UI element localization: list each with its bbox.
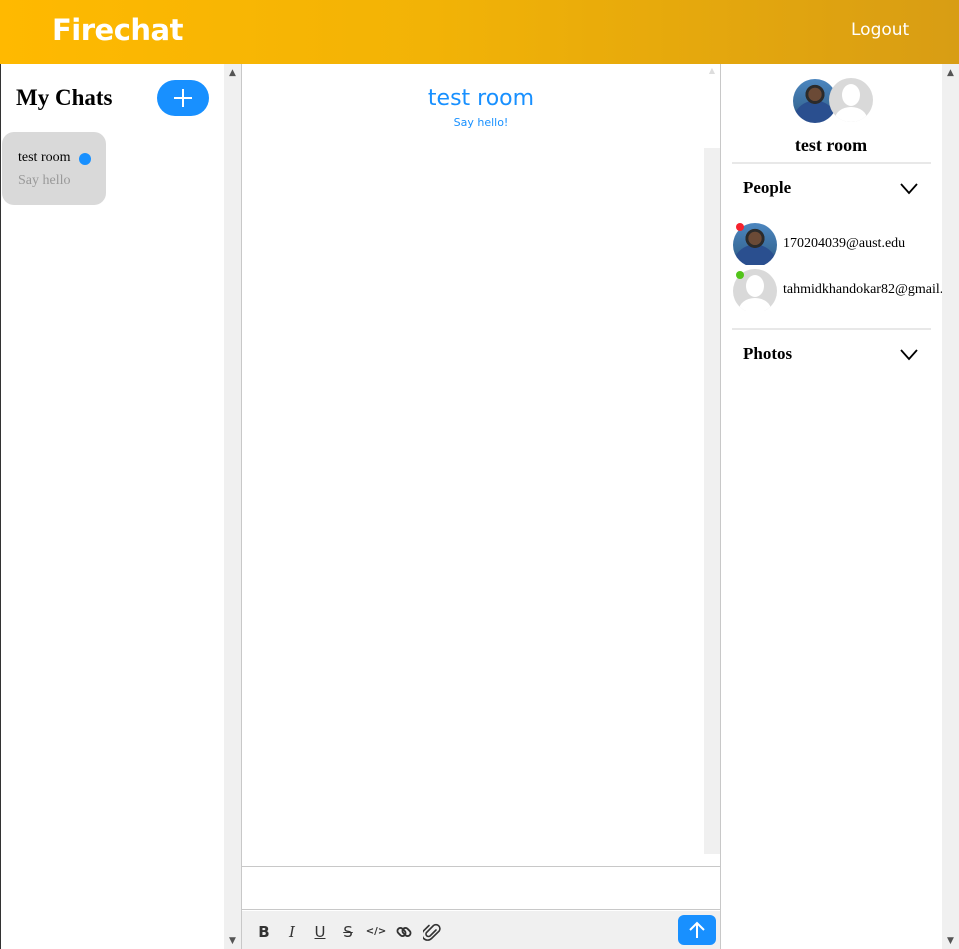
scroll-down-arrow-icon[interactable]: ▼: [942, 934, 959, 948]
feed-scrollbar[interactable]: [704, 148, 720, 854]
scroll-up-arrow-icon[interactable]: ▲: [224, 66, 241, 80]
member-email: tahmidkhandokar82@gmail.com: [783, 282, 959, 297]
room-avatar-stack: [793, 78, 873, 123]
send-button[interactable]: [678, 915, 716, 945]
new-chat-button[interactable]: [157, 80, 209, 116]
plus-icon-stroke: [182, 89, 184, 107]
italic-icon[interactable]: I: [281, 921, 303, 943]
message-input[interactable]: [242, 866, 720, 910]
room-subtitle: Say hello!: [453, 116, 509, 129]
section-divider: [732, 328, 931, 330]
app-brand[interactable]: Firechat: [52, 13, 184, 47]
scroll-down-arrow-icon[interactable]: ▼: [224, 934, 241, 948]
chat-list-scrollbar[interactable]: ▲ ▼: [224, 64, 241, 949]
chat-card-last-message: Say hello: [18, 173, 71, 188]
chat-list-panel: My Chats test room Say hello ▲ ▼: [0, 64, 241, 949]
photos-section-header[interactable]: Photos: [743, 344, 792, 364]
people-section-header[interactable]: People: [743, 178, 791, 198]
underline-icon[interactable]: U: [309, 921, 331, 943]
member-row[interactable]: 170204039@aust.edu: [733, 223, 959, 265]
feed-scroll-up-icon[interactable]: ▲: [704, 66, 720, 75]
section-divider: [732, 162, 931, 164]
logout-button[interactable]: Logout: [851, 20, 909, 40]
link-icon[interactable]: [393, 921, 415, 943]
chevron-down-icon[interactable]: [900, 349, 918, 361]
code-icon[interactable]: </>: [365, 921, 387, 943]
strikethrough-icon[interactable]: S: [337, 921, 359, 943]
top-navbar: Firechat Logout: [0, 0, 959, 64]
chevron-down-icon[interactable]: [900, 183, 918, 195]
member-row[interactable]: tahmidkhandokar82@gmail.com: [733, 269, 959, 311]
scroll-up-arrow-icon[interactable]: ▲: [942, 66, 959, 80]
member-email: 170204039@aust.edu: [783, 236, 906, 251]
unread-dot-icon: [79, 153, 91, 165]
room-title: test room: [427, 86, 535, 111]
offline-status-icon: [736, 223, 744, 231]
arrow-up-icon: [689, 921, 705, 938]
chat-card-title: test room: [18, 150, 71, 165]
paperclip-icon[interactable]: [421, 921, 443, 943]
default-avatar-icon: [829, 78, 873, 122]
chat-feed-panel: test room Say hello! ▲ B I U S </>: [241, 64, 721, 949]
chat-card[interactable]: test room Say hello: [2, 132, 106, 205]
online-status-icon: [736, 271, 744, 279]
room-details-panel: test room People 170204039@aust.edu tahm…: [721, 64, 959, 949]
details-scrollbar[interactable]: ▲ ▼: [942, 64, 959, 949]
details-room-title: test room: [794, 135, 868, 155]
formatting-toolbar: B I U S </>: [242, 911, 720, 949]
chat-list-title: My Chats: [16, 85, 113, 110]
bold-icon[interactable]: B: [253, 921, 275, 943]
